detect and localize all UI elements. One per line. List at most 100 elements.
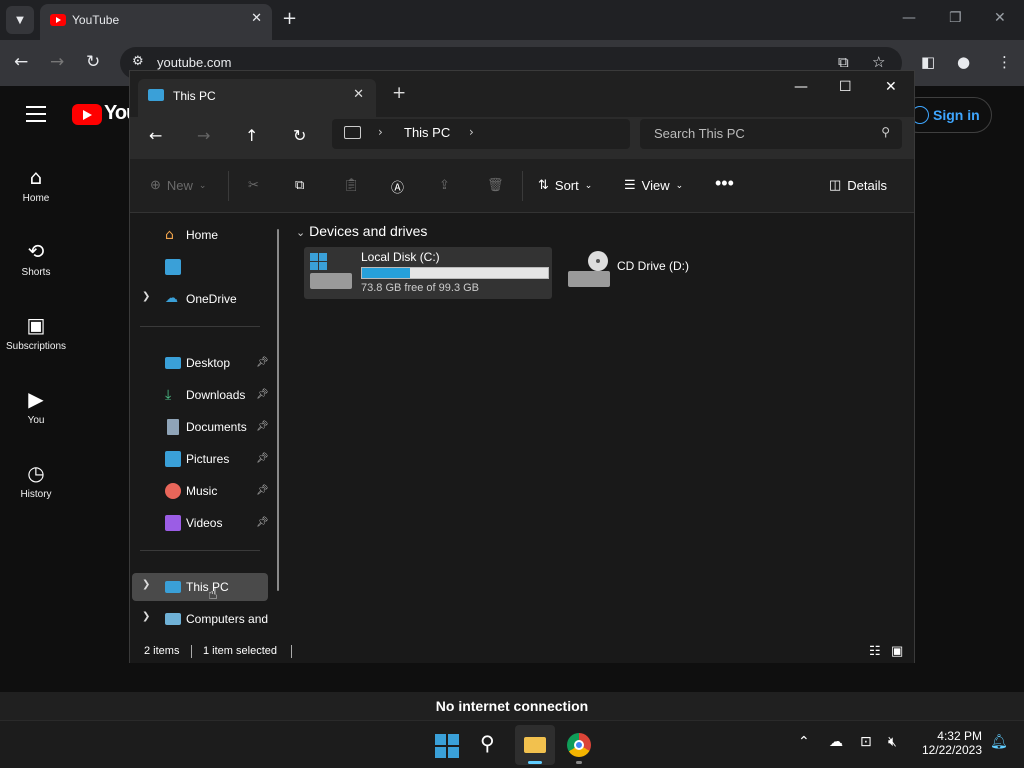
chevron-right-icon[interactable]: ❯ [142, 291, 150, 302]
close-tab-icon[interactable]: ✕ [251, 11, 262, 26]
nav-item-music[interactable]: Music 📌︎ [132, 477, 269, 505]
up-icon[interactable]: ↑ [245, 126, 258, 145]
forward-icon[interactable]: → [50, 52, 64, 72]
you-icon: ▶ [28, 387, 44, 411]
onedrive-icon: ☁ [165, 291, 178, 306]
restore-icon[interactable]: ❐ [949, 10, 962, 26]
pin-icon[interactable]: 📌︎ [256, 389, 269, 400]
chevron-right-icon[interactable]: ❯ [142, 611, 150, 622]
search-icon[interactable]: ⚲ [480, 731, 495, 755]
chevron-right-icon[interactable]: › [378, 125, 383, 139]
hamburger-menu-icon[interactable] [26, 106, 46, 122]
explorer-titlebar: This PC ✕ + — ☐ ✕ [130, 71, 914, 117]
rename-icon[interactable]: Ⓐ [391, 177, 404, 196]
back-icon[interactable]: ← [14, 52, 28, 72]
site-info-icon[interactable]: ⚙ [132, 54, 144, 69]
details-view-icon[interactable]: ☷ [869, 643, 881, 659]
yt-nav-history[interactable]: ◷ History [0, 461, 72, 500]
explorer-new-tab-button[interactable]: + [392, 83, 406, 103]
notification-bell-icon[interactable]: 🔔︎ [990, 734, 1008, 750]
address-url[interactable]: youtube.com [157, 55, 231, 70]
chevron-right-icon[interactable]: › [469, 125, 474, 139]
minimize-icon[interactable]: — [794, 79, 808, 95]
more-options-icon[interactable]: ••• [715, 173, 734, 194]
pin-icon[interactable]: 📌︎ [256, 485, 269, 496]
chevron-down-icon: ⌄ [296, 227, 306, 239]
network-icon[interactable]: ⊡ [860, 734, 872, 750]
view-button[interactable]: ☰ View ⌄ [624, 177, 683, 193]
nav-item-videos[interactable]: Videos 📌︎ [132, 509, 269, 537]
drive-cd-drive-d[interactable]: CD Drive (D:) [562, 247, 782, 299]
paste-icon[interactable]: 📋︎ [343, 177, 360, 193]
navigation-scrollbar[interactable] [277, 229, 279, 591]
sort-button[interactable]: ⇅ Sort ⌄ [538, 177, 592, 193]
divider [140, 550, 260, 551]
browser-tab-youtube[interactable]: YouTube ✕ [40, 4, 272, 40]
share-icon[interactable]: ⇪ [439, 177, 450, 193]
tab-search-button[interactable]: ▼ [6, 6, 34, 34]
nav-item-this-pc[interactable]: ❯ This PC [132, 573, 268, 601]
chrome-icon[interactable] [567, 733, 591, 757]
forward-icon[interactable]: → [197, 126, 210, 145]
file-explorer-taskbar-button[interactable] [515, 725, 555, 765]
close-window-icon[interactable]: ✕ [994, 10, 1006, 26]
nav-item-home[interactable]: ⌂ Home [132, 221, 268, 249]
pin-icon[interactable]: 📌︎ [256, 453, 269, 464]
chevron-up-icon[interactable]: ⌃ [798, 734, 810, 750]
new-button[interactable]: ⊕ New ⌄ [150, 177, 206, 193]
nav-item-onedrive[interactable]: ❯ ☁ OneDrive [132, 285, 268, 313]
profile-icon[interactable]: ● [957, 53, 970, 71]
group-header[interactable]: ⌄ Devices and drives [296, 223, 427, 239]
nav-item-network[interactable]: ❯ Computers and [132, 605, 268, 633]
minimize-icon[interactable]: — [902, 10, 916, 26]
reload-icon[interactable]: ↻ [86, 52, 100, 72]
subscriptions-icon: ▣ [26, 313, 46, 337]
nav-item-gallery[interactable] [132, 253, 268, 281]
close-tab-icon[interactable]: ✕ [353, 87, 364, 102]
back-icon[interactable]: ← [149, 126, 162, 145]
pin-icon[interactable]: 📌︎ [256, 421, 269, 432]
details-button[interactable]: ◫ Details [829, 177, 887, 193]
tiles-view-icon[interactable]: ▣ [891, 643, 903, 659]
new-tab-button[interactable]: + [282, 8, 297, 29]
close-window-icon[interactable]: ✕ [885, 79, 897, 95]
yt-nav-you[interactable]: ▶ You [0, 387, 72, 426]
clock-date: 12/22/2023 [921, 743, 982, 757]
youtube-logo-icon[interactable] [72, 104, 102, 125]
clock[interactable]: 4:32 PM 12/22/2023 [918, 729, 982, 757]
drive-usage-bar [361, 267, 549, 279]
pin-icon[interactable]: 📌︎ [256, 357, 269, 368]
nav-item-documents[interactable]: Documents 📌︎ [132, 413, 269, 441]
delete-icon[interactable]: 🗑︎ [487, 177, 504, 193]
mouse-cursor-icon: ☝ [208, 584, 218, 603]
side-panel-icon[interactable]: ◧ [921, 53, 935, 71]
explorer-search-input[interactable]: Search This PC ⚲ [640, 119, 902, 149]
yt-nav-label: You [27, 415, 45, 426]
start-button-icon[interactable] [435, 734, 459, 758]
nav-item-downloads[interactable]: ⤓ Downloads 📌︎ [132, 381, 269, 409]
breadcrumb[interactable]: This PC [404, 125, 450, 140]
yt-nav-label: Subscriptions [5, 341, 67, 352]
nav-item-desktop[interactable]: Desktop 📌︎ [132, 349, 269, 377]
copy-icon[interactable]: ⧉ [295, 177, 304, 193]
refresh-icon[interactable]: ↻ [293, 126, 306, 145]
yt-nav-shorts[interactable]: ⟲ Shorts [0, 239, 72, 278]
chrome-menu-icon[interactable]: ⋮ [997, 53, 1012, 71]
maximize-icon[interactable]: ☐ [839, 79, 852, 95]
chevron-right-icon[interactable]: ❯ [142, 579, 150, 590]
bookmark-star-icon[interactable]: ☆ [872, 53, 885, 71]
explorer-address-bar[interactable]: › This PC › [332, 119, 630, 149]
install-app-icon[interactable]: ⧉ [838, 53, 849, 71]
drive-local-disk-c[interactable]: Local Disk (C:) 73.8 GB free of 99.3 GB [304, 247, 552, 299]
folder-icon [524, 737, 546, 753]
cut-icon[interactable]: ✂ [248, 177, 259, 193]
pin-icon[interactable]: 📌︎ [256, 517, 269, 528]
onedrive-offline-icon[interactable]: ☁ [829, 734, 843, 750]
yt-nav-subscriptions[interactable]: ▣ Subscriptions [0, 313, 72, 352]
nav-item-pictures[interactable]: Pictures 📌︎ [132, 445, 269, 473]
explorer-tab[interactable]: This PC ✕ [138, 79, 376, 117]
nav-item-label: Music [186, 484, 218, 498]
yt-nav-home[interactable]: ⌂ Home [0, 165, 72, 204]
home-icon: ⌂ [165, 227, 174, 243]
volume-muted-icon[interactable]: 🔇︎ [888, 734, 897, 750]
